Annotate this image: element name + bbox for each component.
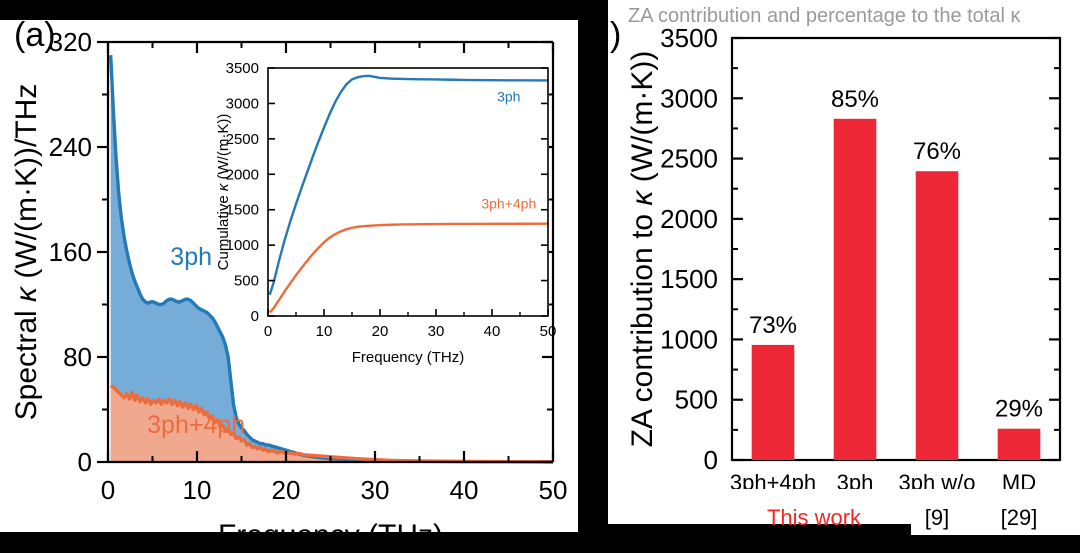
inset-xtick-label: 20 <box>372 323 389 340</box>
y-axis-title: Spectral κ (W/(m·K))/THz <box>10 84 43 421</box>
bar-2[interactable] <box>915 171 959 460</box>
inset-ytick-label: 0 <box>251 308 259 325</box>
ytick-label: 240 <box>49 132 92 162</box>
panel-b-y-axis-title: ZA contribution to κ (W/(m·K)) <box>626 51 659 448</box>
inset-xtick-label: 30 <box>428 323 445 340</box>
panel-b: ZA contribution and percentage to the to… <box>608 0 1080 524</box>
b-ytick-label: 500 <box>675 385 718 415</box>
inset-ytick-label: 3000 <box>226 95 259 112</box>
inset-series-label-3ph+4ph: 3ph+4ph <box>481 195 536 211</box>
bar-0[interactable] <box>751 344 795 460</box>
panel-a: 010203040500801602403203ph3ph+4phFrequen… <box>0 20 578 532</box>
inset-xtick-label: 10 <box>316 323 333 340</box>
b-ytick-label: 3500 <box>660 23 718 53</box>
inset-background <box>267 67 549 317</box>
group-annotation-0: This work <box>767 505 862 530</box>
panel-b-footer-svg: This work [9] [29] <box>767 505 1038 530</box>
ytick-label: 80 <box>63 342 92 372</box>
bar-value-label-0: 73% <box>749 312 797 339</box>
xtick-label: 30 <box>361 475 390 505</box>
inset-ytick-label: 500 <box>234 273 259 290</box>
inset-xtick-label: 0 <box>264 323 272 340</box>
panel-a-label: (a) <box>14 20 56 54</box>
group-annotation-1: [9] <box>925 505 949 530</box>
inset-series-label-3ph: 3ph <box>497 88 520 104</box>
panel-b-label: ) <box>610 16 621 54</box>
bar-3[interactable] <box>997 428 1041 460</box>
b-ytick-label: 3000 <box>660 83 718 113</box>
inset-xtick-label: 40 <box>484 323 501 340</box>
xtick-label: 50 <box>539 475 568 505</box>
xtick-label: 10 <box>183 475 212 505</box>
series-label-3ph+4ph: 3ph+4ph <box>147 411 245 439</box>
group-annotation-2: [29] <box>1001 505 1038 530</box>
b-ytick-label: 0 <box>704 445 718 475</box>
bar-value-label-1: 85% <box>831 86 879 113</box>
figure-root: 010203040500801602403203ph3ph+4phFrequen… <box>0 0 1080 553</box>
b-ytick-label: 1000 <box>660 324 718 354</box>
b-ytick-label: 2000 <box>660 204 718 234</box>
panel-a-svg: 010203040500801602403203ph3ph+4phFrequen… <box>10 20 568 532</box>
ytick-label: 0 <box>78 447 92 477</box>
bar-value-label-3: 29% <box>995 396 1043 423</box>
ytick-label: 160 <box>49 237 92 267</box>
series-label-3ph: 3ph <box>170 243 212 271</box>
xtick-label: 40 <box>450 475 479 505</box>
x-axis-title: Frequency (THz) <box>218 519 443 532</box>
bar-1[interactable] <box>833 118 877 461</box>
bar-value-label-2: 76% <box>913 138 961 165</box>
inset-xtick-label: 50 <box>540 323 557 340</box>
inset-x-axis-title: Frequency (THz) <box>352 349 465 366</box>
b-ytick-label: 2500 <box>660 144 718 174</box>
inset-y-axis-title: Cumulative κ (W/(m·K)) <box>215 114 232 271</box>
inset-ytick-label: 3500 <box>226 60 259 77</box>
panel-b-svg: ZA contribution and percentage to the to… <box>610 5 1062 519</box>
xtick-label: 0 <box>101 475 115 505</box>
b-ytick-label: 1500 <box>660 264 718 294</box>
xtick-label: 20 <box>272 475 301 505</box>
